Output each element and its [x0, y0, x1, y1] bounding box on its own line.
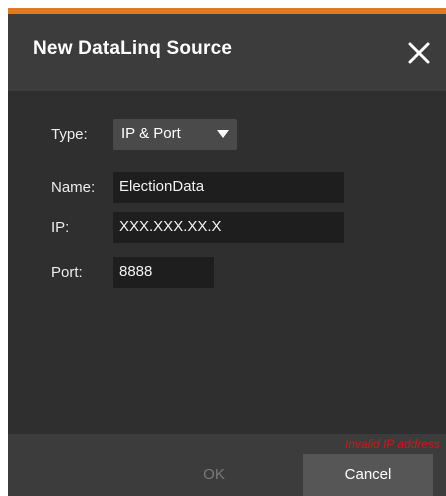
form-body: Type: IP & Port Name: ElectionData IP: X… — [8, 92, 446, 434]
screen: New DataLinq Source Type: IP & Port Name… — [0, 0, 446, 496]
name-field[interactable]: ElectionData — [113, 172, 344, 203]
ok-button[interactable]: OK — [148, 454, 280, 496]
ip-label: IP: — [51, 219, 70, 236]
port-label: Port: — [51, 264, 83, 281]
new-datalinq-source-dialog: New DataLinq Source Type: IP & Port Name… — [8, 8, 446, 496]
ip-field[interactable]: XXX.XXX.XX.X — [113, 212, 344, 243]
dialog-title: New DataLinq Source — [33, 38, 233, 59]
type-dropdown[interactable]: IP & Port — [113, 119, 237, 150]
type-dropdown-value: IP & Port — [121, 125, 181, 142]
name-label: Name: — [51, 179, 96, 196]
dialog-footer: Invalid IP address OK Cancel — [8, 434, 446, 496]
type-label: Type: — [51, 126, 88, 143]
close-icon — [408, 42, 430, 64]
port-field[interactable]: 8888 — [113, 257, 214, 288]
cancel-button[interactable]: Cancel — [303, 454, 433, 496]
validation-error: Invalid IP address — [345, 437, 440, 451]
title-bar: New DataLinq Source — [8, 14, 446, 92]
chevron-down-icon — [217, 130, 229, 138]
close-button[interactable] — [406, 40, 432, 66]
